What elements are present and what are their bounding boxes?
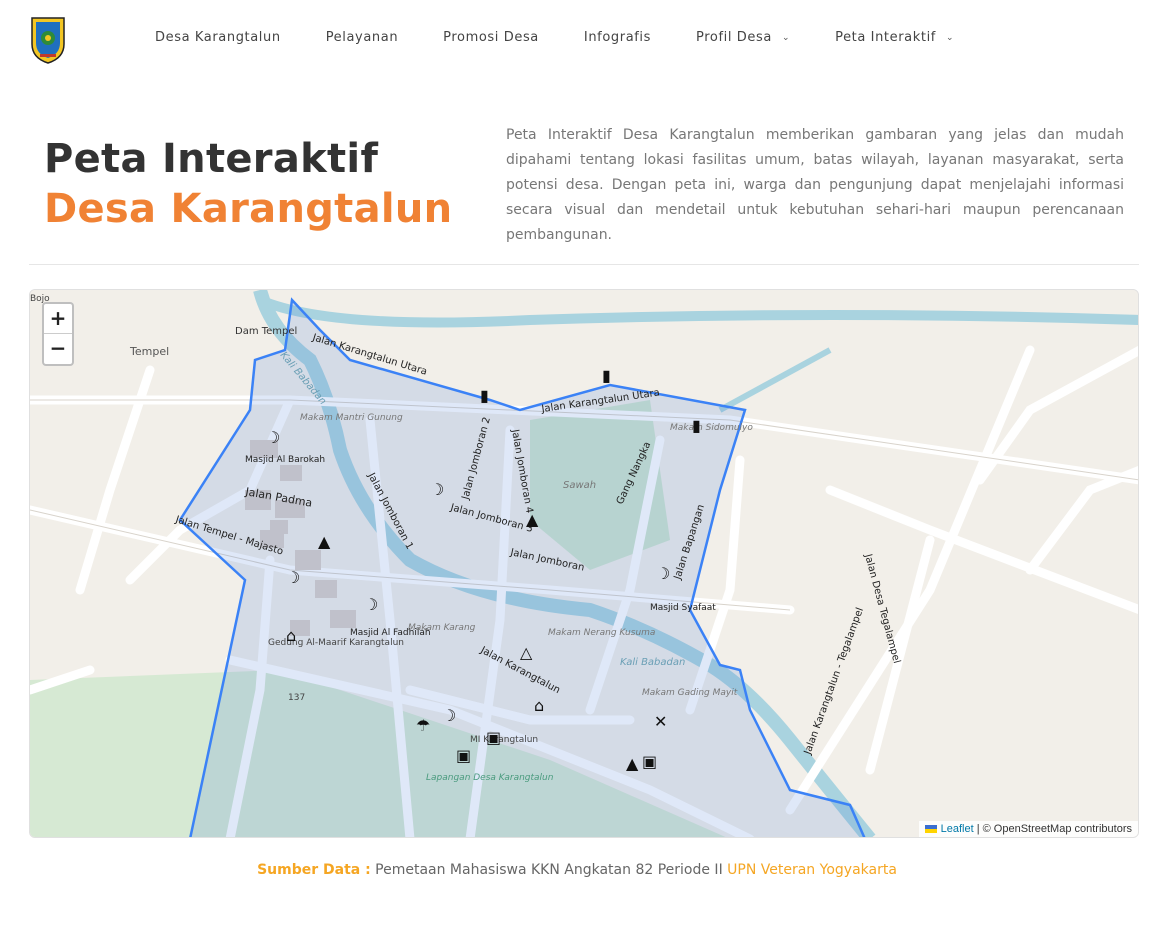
building-marker-icon[interactable]: ⌂ [286, 628, 296, 644]
source-text: Pemetaan Mahasiswa KKN Angkatan 82 Perio… [370, 862, 728, 878]
map-label: 137 [288, 693, 305, 703]
tools-marker-icon[interactable]: ✕ [654, 714, 667, 730]
water-tower-marker-icon[interactable]: ▲ [318, 534, 330, 550]
umbrella-marker-icon[interactable]: ☂ [416, 718, 430, 734]
map-label: Masjid Syafaat [650, 603, 716, 613]
mosque-marker-icon[interactable]: ☽ [286, 570, 300, 586]
top-navbar: Desa Karangtalun Pelayanan Promosi Desa … [0, 0, 1154, 78]
nav-infografis[interactable]: Infografis [584, 30, 651, 45]
leaflet-link[interactable]: Leaflet [941, 823, 974, 835]
mosque-marker-icon[interactable]: ☽ [364, 597, 378, 613]
map-label: Masjid Al Barokah [245, 455, 325, 465]
page-title-line2: Desa Karangtalun [44, 186, 453, 232]
mosque-marker-icon[interactable]: ☽ [266, 430, 280, 446]
source-label: Sumber Data : [257, 862, 371, 878]
nav-label: Infografis [583, 30, 652, 45]
grave-marker-icon[interactable]: ▮ [602, 368, 611, 384]
house-marker-icon[interactable]: ⌂ [534, 698, 544, 714]
map-label: MI Karangtalun [470, 735, 538, 745]
nav-profil-desa[interactable]: Profil Desa ⌄ [696, 30, 790, 45]
ukraine-flag-icon [924, 825, 937, 834]
map-label: Makam Sidomulyo [670, 423, 753, 433]
water-tower-marker-icon[interactable]: ▲ [626, 756, 638, 772]
school-marker-icon[interactable]: ▣ [486, 730, 501, 746]
nav-label: Peta Interaktif [835, 30, 936, 45]
shop-marker-icon[interactable]: ▣ [642, 754, 657, 770]
page-title-line1: Peta Interaktif [44, 136, 379, 182]
map-label: Sawah [563, 480, 596, 491]
map-attribution: Leaflet | © OpenStreetMap contributors [918, 821, 1138, 837]
nav-promosi-desa[interactable]: Promosi Desa [443, 30, 539, 45]
zoom-control: + − [42, 302, 74, 366]
interactive-map[interactable]: Bojo Dam Tempel Tempel Jalan Karangtalun… [29, 289, 1139, 838]
nav-label: Promosi Desa [443, 30, 539, 45]
map-label: Kali Babadan [620, 657, 685, 668]
attribution-text: | © OpenStreetMap contributors [973, 823, 1132, 835]
page-description: Peta Interaktif Desa Karangtalun memberi… [506, 127, 1124, 243]
water-tower-marker-icon[interactable]: ▲ [526, 512, 538, 528]
mosque-marker-icon[interactable]: ☽ [656, 566, 670, 582]
map-label: Lapangan Desa Karangtalun [426, 773, 554, 783]
chevron-down-icon: ⌄ [945, 32, 955, 43]
grave-marker-icon[interactable]: ▮ [480, 388, 489, 404]
map-label: Makam Gading Mayit [642, 688, 738, 698]
mosque-marker-icon[interactable]: ☽ [442, 708, 456, 724]
nav-label: Pelayanan [325, 30, 399, 45]
map-tiles[interactable]: Bojo Dam Tempel Tempel Jalan Karangtalun… [30, 290, 1139, 838]
cemetery-marker-icon[interactable]: △ [520, 645, 532, 661]
map-label: Dam Tempel [235, 326, 297, 337]
map-label: Makam Mantri Gunung [300, 413, 403, 423]
mosque-marker-icon[interactable]: ☽ [430, 482, 444, 498]
zoom-in-button[interactable]: + [44, 304, 72, 334]
nav-peta-interaktif[interactable]: Peta Interaktif ⌄ [835, 30, 954, 45]
village-logo-icon[interactable] [28, 14, 68, 64]
nav-pelayanan[interactable]: Pelayanan [326, 30, 398, 45]
data-source: Sumber Data : Pemetaan Mahasiswa KKN Ang… [0, 862, 1154, 878]
divider [29, 264, 1139, 265]
chevron-down-icon: ⌄ [781, 32, 791, 43]
zoom-out-button[interactable]: − [44, 334, 72, 364]
map-label: Tempel [129, 345, 169, 358]
nav-label: Desa Karangtalun [155, 30, 281, 45]
map-label: Makam Karang [408, 623, 476, 633]
nav-label: Profil Desa [696, 30, 772, 45]
source-org-link[interactable]: UPN Veteran Yogyakarta [727, 862, 897, 878]
soccer-field-marker-icon[interactable]: ▣ [456, 748, 471, 764]
map-label: Makam Nerang Kusuma [548, 628, 655, 638]
nav-desa-karangtalun[interactable]: Desa Karangtalun [155, 30, 281, 45]
grave-marker-icon[interactable]: ▮ [692, 418, 701, 434]
